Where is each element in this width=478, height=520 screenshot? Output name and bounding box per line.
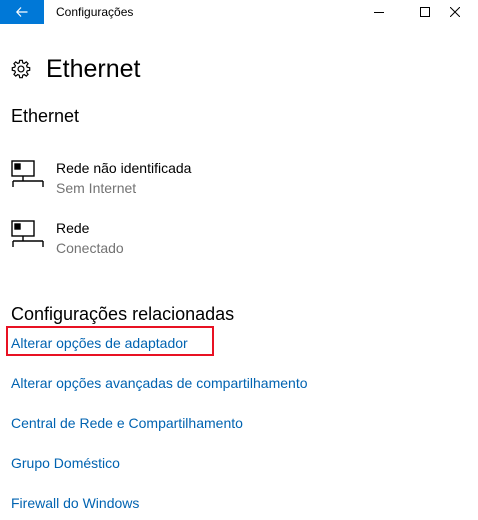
gear-icon	[10, 58, 32, 80]
minimize-button[interactable]	[356, 0, 402, 24]
section-heading-ethernet: Ethernet	[11, 106, 80, 126]
link-homegroup[interactable]: Grupo Doméstico	[11, 453, 120, 473]
network-status: Sem Internet	[56, 180, 137, 196]
network-name: Rede	[56, 220, 90, 236]
page-title: Ethernet	[46, 55, 141, 83]
close-button[interactable]	[432, 0, 478, 24]
arrow-left-icon	[16, 7, 28, 17]
back-button[interactable]	[0, 0, 44, 24]
app-title: Configurações	[56, 5, 134, 19]
network-item[interactable]: Rede não identificada Sem Internet	[11, 158, 311, 200]
page-header: Ethernet	[10, 52, 141, 86]
link-change-adapter-options[interactable]: Alterar opções de adaptador	[11, 333, 188, 353]
maximize-icon	[420, 7, 430, 17]
minimize-icon	[374, 12, 384, 13]
close-icon	[450, 7, 460, 17]
link-network-sharing-center[interactable]: Central de Rede e Compartilhamento	[11, 413, 243, 433]
section-heading-related-settings: Configurações relacionadas	[11, 304, 235, 324]
title-bar: Configurações	[0, 0, 478, 24]
network-status: Conectado	[56, 240, 124, 256]
ethernet-network-icon	[11, 160, 44, 187]
network-name: Rede não identificada	[56, 160, 192, 176]
ethernet-network-icon	[11, 220, 44, 247]
network-item[interactable]: Rede Conectado	[11, 218, 311, 260]
link-windows-firewall[interactable]: Firewall do Windows	[11, 493, 139, 513]
link-advanced-sharing-options[interactable]: Alterar opções avançadas de compartilham…	[11, 373, 308, 393]
